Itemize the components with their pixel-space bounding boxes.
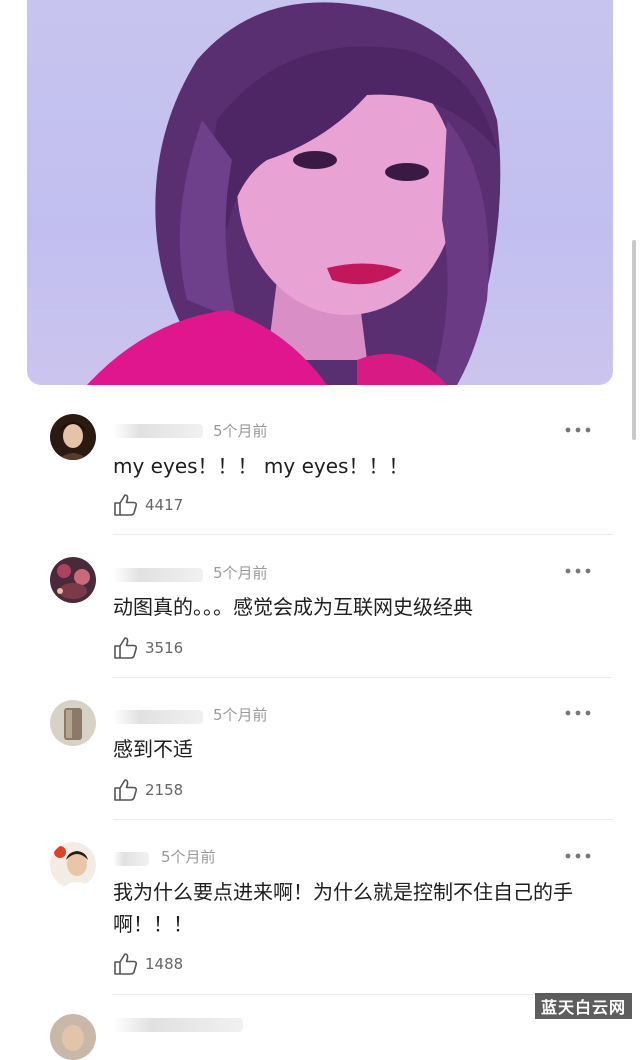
comment-divider (113, 819, 613, 820)
more-options-button[interactable] (560, 561, 596, 581)
like-button[interactable]: 3516 (113, 635, 183, 661)
username-redacted[interactable] (113, 424, 203, 438)
scrollbar[interactable] (632, 240, 636, 440)
comment-text: 我为什么要点进来啊！为什么就是控制不住自己的手啊！！！ (113, 880, 573, 936)
thumbs-up-icon (114, 494, 138, 516)
like-button[interactable]: 4417 (113, 492, 183, 518)
comment-time: 5个月前 (213, 422, 268, 440)
avatar-photo (50, 1014, 96, 1060)
avatar[interactable] (50, 1014, 96, 1060)
like-button[interactable]: 1488 (113, 951, 183, 977)
more-options-button[interactable] (560, 846, 596, 866)
avatar-photo (50, 842, 96, 888)
username-redacted[interactable] (113, 568, 203, 582)
thumbs-up-icon (114, 637, 138, 659)
comment-time: 5个月前 (213, 564, 268, 582)
more-options-button[interactable] (560, 420, 596, 440)
avatar-photo (50, 700, 96, 746)
portrait-illustration (87, 2, 501, 385)
like-count: 4417 (145, 496, 184, 514)
avatar[interactable] (50, 842, 96, 888)
avatar[interactable] (50, 700, 96, 746)
hero-photo[interactable] (27, 0, 613, 385)
username-redacted[interactable] (113, 852, 149, 866)
more-options-button[interactable] (560, 703, 596, 723)
more-dots-icon (565, 853, 591, 859)
comment-time: 5个月前 (161, 848, 216, 866)
more-dots-icon (565, 710, 591, 716)
comment-text: 感到不适 (113, 737, 193, 761)
like-count: 3516 (145, 639, 184, 657)
username-redacted[interactable] (113, 710, 203, 724)
like-count: 1488 (145, 955, 184, 973)
avatar-photo (50, 557, 96, 603)
avatar[interactable] (50, 557, 96, 603)
thumbs-up-icon (114, 779, 138, 801)
like-button[interactable]: 2158 (113, 777, 183, 803)
more-dots-icon (565, 568, 591, 574)
avatar-photo (50, 414, 96, 460)
thumbs-up-icon (114, 953, 138, 975)
more-dots-icon (565, 427, 591, 433)
watermark: 蓝天白云网 (534, 993, 632, 1019)
like-count: 2158 (145, 781, 184, 799)
avatar[interactable] (50, 414, 96, 460)
comment-time: 5个月前 (213, 706, 268, 724)
comment-divider (113, 534, 613, 535)
comment-text: my eyes！！！ my eyes！！！ (113, 454, 409, 478)
comment-text: 动图真的。。。感觉会成为互联网史级经典 (113, 595, 473, 619)
comment-divider (113, 677, 613, 678)
username-redacted[interactable] (113, 1018, 243, 1032)
